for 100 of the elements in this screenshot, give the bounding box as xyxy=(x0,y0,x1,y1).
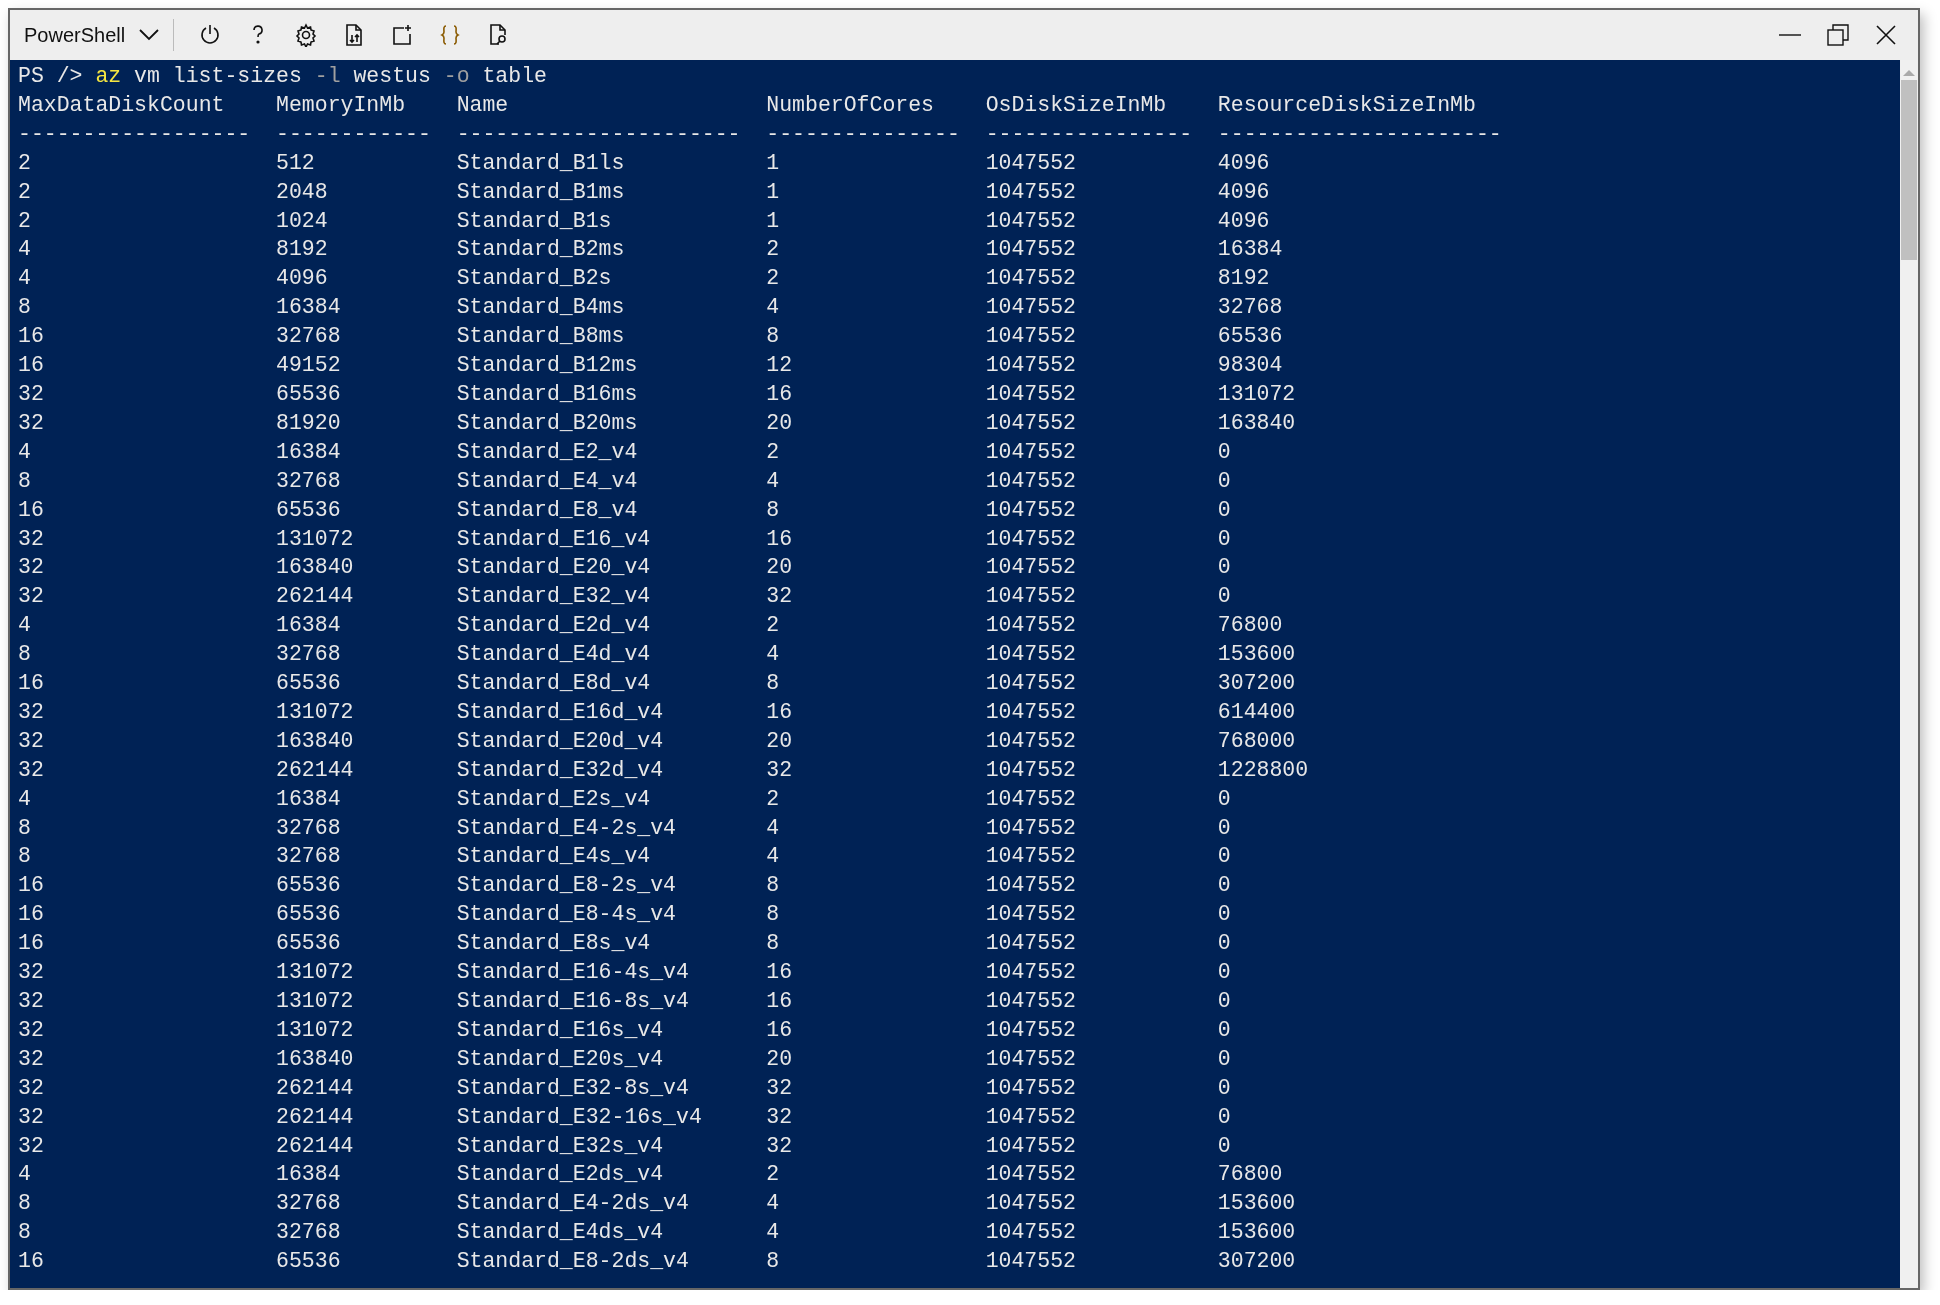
table-cell: 153600 xyxy=(1217,1220,1296,1245)
table-cell: 32 xyxy=(766,1104,793,1129)
table-cell: 2 xyxy=(766,786,780,811)
column-heading: ResourceDiskSizeInMb xyxy=(1217,92,1476,117)
table-cell: 1047552 xyxy=(985,1220,1076,1245)
table-cell: 1047552 xyxy=(985,584,1076,609)
table-cell: Standard_B1s xyxy=(456,208,612,233)
table-cell: 2 xyxy=(766,1162,780,1187)
column-heading: OsDiskSizeInMb xyxy=(985,92,1167,117)
table-cell: 1047552 xyxy=(985,728,1076,753)
table-cell: Standard_E2d_v4 xyxy=(456,613,651,638)
table-cell: 0 xyxy=(1217,468,1231,493)
table-cell: 4096 xyxy=(1217,150,1270,175)
table-cell: 0 xyxy=(1217,873,1231,898)
command-token: westus xyxy=(353,63,431,90)
table-cell: 614400 xyxy=(1217,699,1296,724)
table-cell: Standard_B16ms xyxy=(456,381,638,406)
scrollbar-thumb[interactable] xyxy=(1901,80,1917,260)
settings-icon xyxy=(294,23,319,47)
table-cell: 0 xyxy=(1217,844,1231,869)
table-cell: 4 xyxy=(18,613,31,638)
table-cell: 0 xyxy=(1217,555,1231,580)
command-token: -l xyxy=(314,63,341,90)
table-cell: 8 xyxy=(766,1249,780,1274)
table-cell: 4 xyxy=(766,1220,780,1245)
table-cell: 16 xyxy=(766,989,793,1013)
table-cell: 32768 xyxy=(1217,295,1283,320)
table-cell: 32 xyxy=(18,526,44,551)
table-cell: 16 xyxy=(766,1017,793,1042)
table-cell: Standard_B12ms xyxy=(456,353,638,378)
table-cell: 1047552 xyxy=(985,786,1076,811)
table-cell: 32 xyxy=(18,555,44,580)
heading-rule: ------------------ xyxy=(18,121,251,146)
table-cell: 16 xyxy=(18,873,44,898)
table-cell: 0 xyxy=(1217,1017,1231,1042)
table-cell: 16 xyxy=(18,1249,44,1274)
table-cell: 2 xyxy=(766,237,780,262)
table-cell: 768000 xyxy=(1217,728,1296,753)
table-cell: 16 xyxy=(766,526,793,551)
table-cell: 20 xyxy=(766,555,793,580)
table-cell: 1047552 xyxy=(985,757,1076,782)
table-cell: 0 xyxy=(1217,931,1231,956)
table-cell: 8 xyxy=(18,815,31,840)
command-token: table xyxy=(482,63,547,90)
table-cell: Standard_E16-4s_v4 xyxy=(456,960,689,985)
table-cell: 32 xyxy=(18,1075,44,1100)
scrollbar[interactable] xyxy=(1900,60,1918,1288)
table-cell: 1 xyxy=(766,208,780,233)
table-cell: Standard_E8-2ds_v4 xyxy=(456,1249,689,1274)
table-cell: Standard_E8s_v4 xyxy=(456,931,651,956)
table-cell: Standard_E4ds_v4 xyxy=(456,1220,664,1245)
table-cell: 1047552 xyxy=(985,1104,1076,1129)
table-cell: 65536 xyxy=(276,931,341,956)
table-cell: 32 xyxy=(766,757,793,782)
table-cell: 65536 xyxy=(276,671,341,696)
table-cell: 262144 xyxy=(276,1133,354,1158)
table-cell: Standard_E16-8s_v4 xyxy=(456,989,689,1013)
table-cell: 153600 xyxy=(1217,1191,1296,1216)
table-cell: 4 xyxy=(766,815,780,840)
table-cell: 262144 xyxy=(276,584,354,609)
table-cell: 32768 xyxy=(276,324,341,349)
command-token: -o xyxy=(443,63,470,90)
table-cell: 32 xyxy=(18,1104,44,1129)
table-cell: 1024 xyxy=(276,208,328,233)
table-cell: 1047552 xyxy=(985,237,1076,262)
table-cell: 1047552 xyxy=(985,468,1076,493)
table-cell: 4 xyxy=(766,1191,780,1216)
heading-rule: ---------------------- xyxy=(456,121,741,146)
table-cell: 8 xyxy=(18,844,31,869)
shell-selector[interactable]: PowerShell xyxy=(18,15,170,55)
table-cell: 131072 xyxy=(276,1017,354,1042)
table-cell: Standard_E20_v4 xyxy=(456,555,651,580)
table-cell: 2 xyxy=(18,179,31,204)
column-heading: MemoryInMb xyxy=(276,92,406,117)
table-cell: 1047552 xyxy=(985,381,1076,406)
table-cell: 262144 xyxy=(276,757,354,782)
table-cell: 1047552 xyxy=(985,353,1076,378)
table-cell: 307200 xyxy=(1217,671,1296,696)
table-cell: 1047552 xyxy=(985,960,1076,985)
table-cell: Standard_E32d_v4 xyxy=(456,757,664,782)
table-cell: 76800 xyxy=(1217,613,1283,638)
table-cell: 262144 xyxy=(276,1075,354,1100)
minimize-icon xyxy=(1779,34,1801,36)
table-cell: 1 xyxy=(766,150,780,175)
table-cell: 4 xyxy=(18,439,31,464)
table-cell: 0 xyxy=(1217,1133,1231,1158)
table-cell: 32 xyxy=(18,584,44,609)
table-cell: Standard_E2s_v4 xyxy=(456,786,651,811)
table-cell: 512 xyxy=(276,150,315,175)
table-cell: Standard_B20ms xyxy=(456,410,638,435)
table-cell: 8 xyxy=(18,642,31,667)
table-cell: Standard_E32s_v4 xyxy=(456,1133,664,1158)
table-cell: 16 xyxy=(18,324,44,349)
table-cell: Standard_E16d_v4 xyxy=(456,699,664,724)
table-cell: 0 xyxy=(1217,786,1231,811)
table-cell: Standard_E2ds_v4 xyxy=(456,1162,664,1187)
table-cell: 16 xyxy=(766,381,793,406)
table-cell: 32 xyxy=(18,728,44,753)
table-cell: 0 xyxy=(1217,526,1231,551)
table-cell: Standard_E4d_v4 xyxy=(456,642,651,667)
